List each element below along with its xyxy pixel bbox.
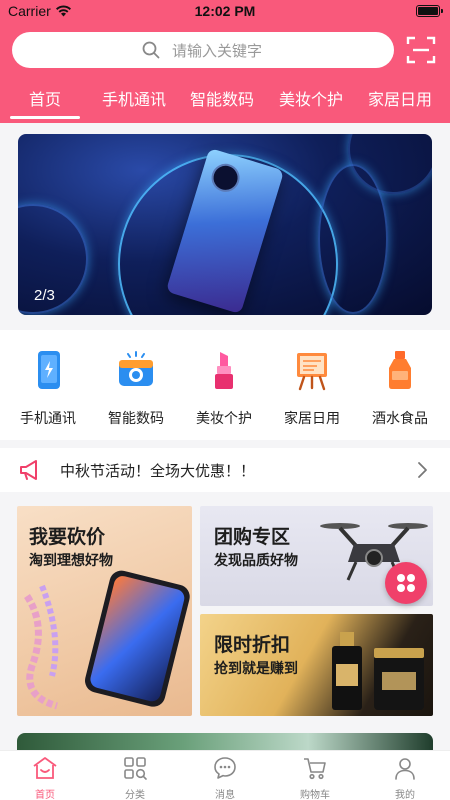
tabbar-home[interactable]: 首页 — [10, 755, 80, 800]
tabbar-cart[interactable]: 购物车 — [280, 755, 350, 800]
camera-icon — [119, 351, 153, 386]
profile-icon — [395, 758, 415, 780]
header: Carrier 12:02 PM 请输入关键字 首页 手机通讯 智能数码 美妆个… — [0, 0, 450, 123]
promo-flash-sale[interactable]: 限时折扣 抢到就是赚到 — [200, 614, 433, 716]
category-drinks-food[interactable]: 酒水食品 — [357, 348, 443, 428]
grid-icon — [397, 574, 415, 592]
active-tab-indicator — [10, 116, 80, 119]
category-grid: 手机通讯 智能数码 美妆个护 家居日用 酒水食品 — [0, 330, 450, 440]
phone-icon — [38, 351, 60, 389]
clock: 12:02 PM — [194, 3, 256, 19]
promo-subtitle: 发现品质好物 — [214, 553, 298, 569]
search-icon — [142, 41, 160, 59]
cart-icon — [304, 758, 326, 780]
category-beauty[interactable]: 美妆个护 — [181, 348, 267, 428]
banner-page-counter: 2/3 — [34, 287, 55, 304]
bottom-tab-bar: 首页 分类 消息 购物车 我的 — [0, 750, 450, 800]
tabbar-category[interactable]: 分类 — [100, 755, 170, 800]
promo-subtitle: 抢到就是赚到 — [214, 661, 298, 677]
category-label: 智能数码 — [108, 411, 164, 427]
announcement-text: 中秋节活动！全场大优惠！！ — [60, 462, 256, 480]
bottle-icon — [389, 351, 411, 389]
category-home-goods[interactable]: 家居日用 — [269, 348, 355, 428]
tab-digital[interactable]: 智能数码 — [190, 86, 254, 110]
hero-banner[interactable]: 2/3 — [18, 134, 432, 315]
battery-icon — [416, 5, 443, 17]
message-icon — [214, 757, 236, 779]
quick-menu-button[interactable] — [385, 562, 427, 604]
scan-icon[interactable] — [406, 35, 436, 65]
tab-home-goods[interactable]: 家居日用 — [368, 86, 432, 110]
status-bar: Carrier 12:02 PM — [0, 0, 450, 24]
tab-home[interactable]: 首页 — [29, 86, 61, 110]
category-label: 美妆个护 — [196, 411, 252, 427]
category-icon — [124, 757, 147, 780]
announcement-bar[interactable]: 中秋节活动！全场大优惠！！ — [0, 448, 450, 492]
tabbar-label: 首页 — [35, 790, 55, 800]
megaphone-icon — [20, 460, 37, 480]
tab-phones[interactable]: 手机通讯 — [102, 86, 166, 110]
category-label: 家居日用 — [284, 411, 340, 427]
easel-icon — [297, 353, 327, 391]
category-label: 酒水食品 — [372, 411, 428, 427]
chevron-right-icon — [418, 462, 427, 478]
tabbar-label: 购物车 — [300, 790, 330, 800]
tab-beauty[interactable]: 美妆个护 — [279, 86, 343, 110]
search-input[interactable]: 请输入关键字 — [12, 32, 394, 68]
tabbar-messages[interactable]: 消息 — [190, 755, 260, 800]
category-label: 手机通讯 — [20, 411, 76, 427]
category-digital[interactable]: 智能数码 — [93, 348, 179, 428]
category-phones[interactable]: 手机通讯 — [5, 348, 91, 428]
tabbar-label: 消息 — [215, 790, 235, 800]
promo-bargain[interactable]: 我要砍价 淘到理想好物 — [17, 506, 192, 716]
tabbar-label: 我的 — [395, 790, 415, 800]
tabbar-label: 分类 — [125, 790, 145, 800]
home-icon — [33, 757, 57, 779]
promo-title: 限时折扣 — [214, 634, 291, 656]
promo-title: 团购专区 — [214, 526, 291, 548]
category-tabs: 首页 手机通讯 智能数码 美妆个护 家居日用 — [0, 80, 450, 120]
lipstick-icon — [215, 352, 233, 389]
phone-product-image — [24, 570, 190, 710]
search-placeholder: 请输入关键字 — [172, 42, 263, 60]
tabbar-profile[interactable]: 我的 — [370, 755, 440, 800]
camera-module — [208, 160, 244, 196]
cosmetics-product-image — [332, 632, 424, 710]
promo-title: 我要砍价 — [29, 526, 106, 548]
